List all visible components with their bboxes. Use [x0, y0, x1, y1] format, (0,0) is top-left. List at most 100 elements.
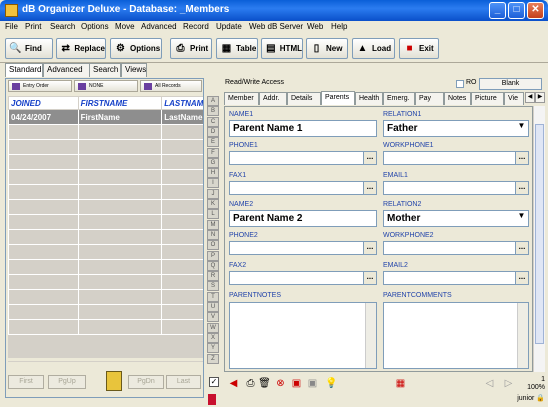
- relation1-select[interactable]: Father ▼: [383, 120, 529, 137]
- tab-advanced[interactable]: Advanced: [43, 63, 90, 77]
- replace-button[interactable]: ⇄ Replace: [56, 38, 106, 59]
- all-records-button[interactable]: All Records: [140, 80, 202, 92]
- relation2-select[interactable]: Mother ▼: [383, 210, 529, 227]
- alpha-index-v[interactable]: V: [207, 312, 219, 323]
- phone2-field[interactable]: ...: [229, 241, 377, 255]
- alpha-index-r[interactable]: R: [207, 271, 219, 282]
- record-manager-icon[interactable]: [106, 371, 122, 391]
- next-record-icon[interactable]: ▷: [502, 377, 515, 390]
- phone1-field[interactable]: ...: [229, 151, 377, 165]
- menu-web-db-server[interactable]: Web dB Server: [249, 22, 303, 31]
- alpha-index-x[interactable]: X: [207, 332, 219, 343]
- alpha-index-p[interactable]: P: [207, 250, 219, 261]
- alpha-index-f[interactable]: F: [207, 147, 219, 158]
- load-button[interactable]: ▲ Load: [352, 38, 395, 59]
- entry-order-button[interactable]: Entry Order: [8, 80, 72, 92]
- alpha-index-j[interactable]: J: [207, 188, 219, 199]
- grid-horizontal-scrollbar[interactable]: [8, 361, 203, 369]
- email2-field[interactable]: ...: [383, 271, 529, 285]
- read-only-checkbox[interactable]: [456, 80, 464, 88]
- lightbulb-icon[interactable]: 💡: [325, 377, 338, 390]
- workphone1-field[interactable]: ...: [383, 151, 529, 165]
- maximize-button[interactable]: □: [508, 2, 525, 19]
- menu-print[interactable]: Print: [25, 22, 41, 31]
- back-arrow-icon[interactable]: ◀: [227, 377, 240, 390]
- email1-field[interactable]: ...: [383, 181, 529, 195]
- table-button[interactable]: ▦ Table: [216, 38, 258, 59]
- select-all-checkbox[interactable]: ✓: [209, 377, 219, 387]
- column-header-firstname[interactable]: FIRSTNAME: [77, 96, 163, 110]
- first-record-button[interactable]: First: [8, 375, 44, 389]
- cell-joined[interactable]: 04/24/2007: [8, 109, 79, 125]
- ellipsis-button[interactable]: ...: [363, 242, 376, 254]
- tab-search[interactable]: Search: [89, 63, 121, 77]
- cell-firstname[interactable]: FirstName: [77, 109, 163, 125]
- alpha-index-d[interactable]: D: [207, 126, 219, 137]
- menu-options[interactable]: Options: [81, 22, 109, 31]
- stop-icon[interactable]: ⊗: [274, 377, 287, 390]
- ellipsis-button[interactable]: ...: [515, 152, 528, 164]
- blank-button[interactable]: Blank: [479, 78, 542, 90]
- fax1-field[interactable]: ...: [229, 181, 377, 195]
- table-row[interactable]: 04/24/2007 FirstName LastName: [8, 109, 203, 125]
- tab-views[interactable]: Vie: [504, 92, 524, 105]
- page-down-button[interactable]: PgDn: [128, 375, 164, 389]
- menu-file[interactable]: File: [5, 22, 18, 31]
- tab-standard[interactable]: Standard: [5, 63, 43, 77]
- ellipsis-button[interactable]: ...: [515, 272, 528, 284]
- menu-move[interactable]: Move: [115, 22, 135, 31]
- tab-pay[interactable]: Pay: [415, 92, 444, 105]
- tab-emerg[interactable]: Emerg.: [383, 92, 415, 105]
- tab-member[interactable]: Member: [224, 92, 259, 105]
- menu-update[interactable]: Update: [216, 22, 242, 31]
- close-button[interactable]: ✕: [527, 2, 544, 19]
- tab-picture[interactable]: Picture: [471, 92, 504, 105]
- alpha-index-a[interactable]: A: [207, 96, 219, 106]
- records-grid[interactable]: JOINED FIRSTNAME LASTNAME 04/24/2007 Fir…: [8, 96, 203, 358]
- html-button[interactable]: ▤ HTML: [261, 38, 303, 59]
- menu-web[interactable]: Web: [307, 22, 323, 31]
- fax2-field[interactable]: ...: [229, 271, 377, 285]
- page-up-button[interactable]: PgUp: [48, 375, 86, 389]
- report-icon[interactable]: ▦: [394, 377, 407, 390]
- alpha-index-i[interactable]: I: [207, 178, 219, 189]
- chevron-down-icon[interactable]: ▼: [515, 121, 528, 136]
- comments-scrollbar[interactable]: [517, 303, 528, 368]
- alpha-index-n[interactable]: N: [207, 229, 219, 240]
- alpha-index-l[interactable]: L: [207, 209, 219, 220]
- trash-icon[interactable]: 🗑: [258, 377, 271, 390]
- tab-details[interactable]: Details: [287, 92, 321, 105]
- alpha-index-b[interactable]: B: [207, 106, 219, 117]
- tab-views[interactable]: Views: [121, 63, 147, 77]
- alpha-index-t[interactable]: T: [207, 291, 219, 302]
- tab-scroll-left-icon[interactable]: ◀: [525, 92, 535, 103]
- column-header-lastname[interactable]: LASTNAME: [161, 96, 203, 110]
- exit-button[interactable]: ■ Exit: [399, 38, 439, 59]
- print-button[interactable]: ⎙ Print: [170, 38, 212, 59]
- workphone2-field[interactable]: ...: [383, 241, 529, 255]
- notes-scrollbar[interactable]: [365, 303, 376, 368]
- ellipsis-button[interactable]: ...: [515, 182, 528, 194]
- tab-addr[interactable]: Addr.: [259, 92, 287, 105]
- alpha-index-z[interactable]: Z: [207, 353, 219, 364]
- form-vertical-scrollbar[interactable]: [533, 106, 545, 372]
- menu-advanced[interactable]: Advanced: [141, 22, 177, 31]
- alpha-index-k[interactable]: K: [207, 199, 219, 209]
- copy-record-icon[interactable]: ▣: [290, 377, 303, 390]
- chevron-down-icon[interactable]: ▼: [515, 211, 528, 226]
- parentcomments-textarea[interactable]: [383, 302, 529, 369]
- tab-health[interactable]: Health: [355, 92, 383, 105]
- last-record-button[interactable]: Last: [166, 375, 201, 389]
- parentnotes-textarea[interactable]: [229, 302, 377, 369]
- menu-help[interactable]: Help: [331, 22, 347, 31]
- sort-none-button[interactable]: NONE: [74, 80, 138, 92]
- alpha-index-c[interactable]: C: [207, 116, 219, 127]
- alpha-index-h[interactable]: H: [207, 168, 219, 179]
- tab-scroll-right-icon[interactable]: ▶: [535, 92, 545, 103]
- alpha-index-y[interactable]: Y: [207, 343, 219, 354]
- menu-search[interactable]: Search: [50, 22, 75, 31]
- column-header-joined[interactable]: JOINED: [8, 96, 79, 110]
- name1-field[interactable]: Parent Name 1: [229, 120, 377, 137]
- alpha-index-e[interactable]: E: [207, 137, 219, 148]
- alpha-index-s[interactable]: S: [207, 281, 219, 292]
